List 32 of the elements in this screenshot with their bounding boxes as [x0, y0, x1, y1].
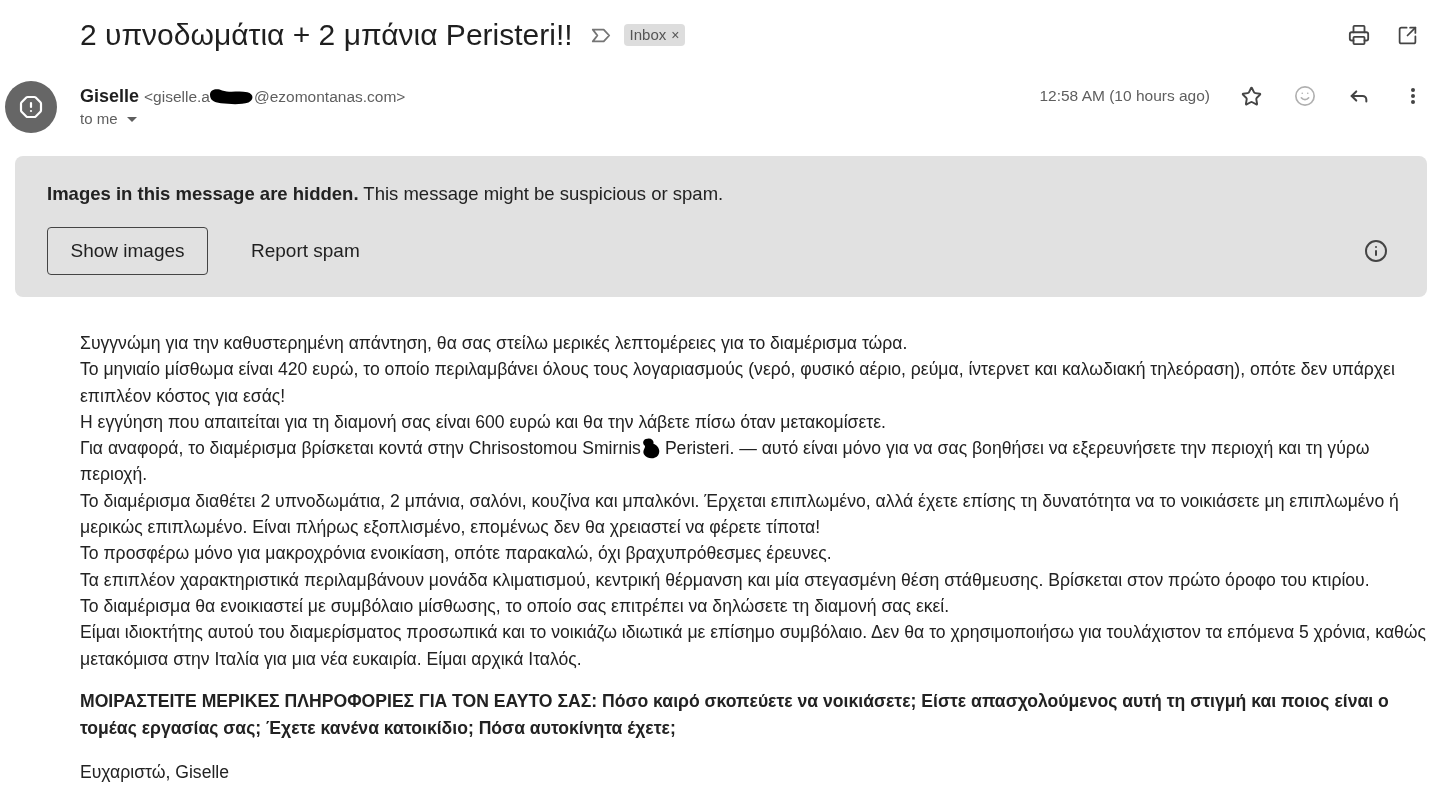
- signoff-text: Ευχαριστώ, Giselle: [80, 760, 231, 784]
- body-paragraph: Το προσφέρω μόνο για μακροχρόνια ενοικίαση, οπότε παρακαλώ, όχι βραχυπρόθεσμες έρευνες.: [80, 542, 833, 566]
- redaction-mark-icon: [641, 438, 661, 460]
- body-paragraph: Συγγνώμη για την καθυστερημένη απάντηση, θα σας στείλω μερικές λεπτομέρειες για το διαμέρισμα τώρα.: [80, 332, 909, 355]
- alert-avatar-icon: [5, 81, 57, 133]
- redaction-mark-icon: [209, 88, 254, 105]
- label-chip[interactable]: Inbox ×: [623, 24, 686, 46]
- open-external-icon: [1396, 24, 1418, 46]
- email-subject: 2 υπνοδωμάτια + 2 μπάνια Peristeri!!: [80, 17, 573, 53]
- sender-name: Giselle: [80, 85, 140, 108]
- label-text: Inbox: [629, 25, 667, 45]
- info-icon: [1364, 239, 1388, 263]
- body-paragraph: Το διαμέρισμα θα ενοικιαστεί με συμβόλαιο μίσθωσης, το οποίο σας επιτρέπει να δηλώσετε τη διαμονή σας εκεί.: [80, 594, 951, 618]
- more-icon: [1411, 88, 1415, 104]
- warning-message: Images in this message are hidden. This message might be suspicious or spam.: [47, 182, 724, 206]
- show-images-button[interactable]: Show images: [47, 227, 208, 275]
- body-paragraph: Το διαμέρισμα διαθέτει 2 υπνοδωμάτια, 2 μπάνια, σαλόνι, κουζίνα και μπαλκόνι. Έρχεται επιπλωμένο, αλλά έχετε επίσης τη δυνατότητα να το νοικιάσετε μη επιπλωμένο ή μερικώς επιπλωμένο. Είναι πλήρως εξοπλισμένο, επομένως δεν θα χρειαστεί να φέρετε τίποτα!: [80, 489, 1400, 540]
- report-spam-button[interactable]: Report spam: [235, 227, 376, 275]
- recipient-dropdown[interactable]: to me: [80, 109, 137, 129]
- body-paragraph: Η εγγύηση που απαιτείται για τη διαμονή σας είναι 600 ευρώ και θα την λάβετε πίσω όταν μετακομίσετε.: [80, 410, 887, 434]
- remove-label-button[interactable]: ×: [671, 24, 680, 46]
- body-paragraph: Τα επιπλέον χαρακτηριστικά περιλαμβάνουν μονάδα κλιματισμού, κεντρική θέρμανση και μία στεγασμένη θέση στάθμευσης. Βρίσκεται στον πρώτο όροφο του κτιρίου.: [80, 568, 1371, 592]
- body-paragraph: Είμαι ιδιοκτήτης αυτού του διαμερίσματος προσωπικά και το νοικιάζω ιδιωτικά με επίσημο συμβόλαιο. Δεν θα το χρησιμοποιήσω για τουλάχιστον τα επόμενα 5 χρόνια, καθώς μετακόμισα στην Ιταλία για μια νέα ευκαιρία. Είμαι αρχικά Ιταλός.: [80, 621, 1428, 671]
- importance-marker-icon[interactable]: [590, 27, 611, 43]
- message-time: 12:58 AM (10 hours ago): [1039, 86, 1210, 107]
- caret-icon: [126, 116, 137, 122]
- printer-icon: [1348, 24, 1370, 46]
- body-paragraph: Το μηνιαίο μίσθωμα είναι 420 ευρώ, το οποίο περιλαμβάνει όλους τους λογαριασμούς (νερό, φυσικό αέριο, ρεύμα, ίντερνετ και καλωδιακή τηλεόραση), οπότε δεν υπάρχει επιπλέον κόστος για εσάς!: [80, 358, 1396, 408]
- sender-email: <giselle.a @ezomontanas.com>: [144, 87, 406, 107]
- questions-paragraph: ΜΟΙΡΑΣΤΕΙΤΕ ΜΕΡΙΚΕΣ ΠΛΗΡΟΦΟΡΙΕΣ ΓΙΑ ΤΟΝ ΕΑΥΤΟ ΣΑΣ: Πόσο καιρό σκοπεύετε να νοικιάσετε; Είστε απασχολούμενος αυτή τη στιγμή και ποιος είναι ο τομέας εργασίας σας; Έχετε κανένα κατοικίδιο; Πόσα αυτοκίνητα έχετε;: [80, 689, 1390, 740]
- body-paragraph: Για αναφορά, το διαμέρισμα βρίσκεται κοντά στην Chrisostomou Smirnis Peristeri. — αυτό είναι μόνο για να σας βοηθήσει να εξερευνήσετε την περιοχή και τη γύρω περιοχή.: [80, 437, 1371, 487]
- smiley-icon: [1294, 85, 1316, 107]
